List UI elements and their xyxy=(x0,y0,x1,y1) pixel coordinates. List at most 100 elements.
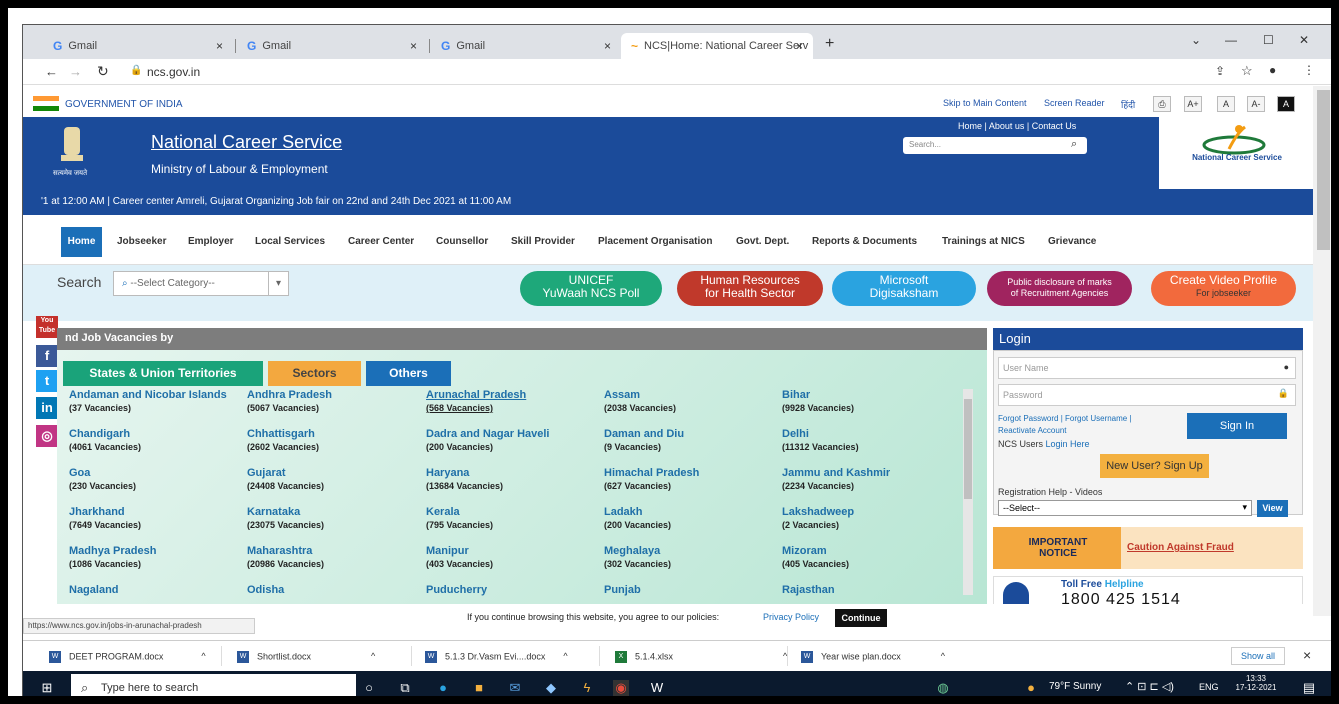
download-item[interactable]: W DEET PROGRAM.docx ^ xyxy=(49,651,206,663)
state-name[interactable]: Jharkhand xyxy=(69,506,247,518)
tab-gmail-3[interactable]: G Gmail × xyxy=(431,33,621,59)
state-item[interactable]: Daman and Diu (9 Vacancies) xyxy=(604,428,782,452)
cookie-continue-button[interactable]: Continue xyxy=(835,609,887,627)
header-top-links[interactable]: Home | About us | Contact Us xyxy=(958,121,1076,131)
tab-sectors[interactable]: Sectors xyxy=(268,361,361,386)
download-item[interactable]: W Year wise plan.docx ^ xyxy=(801,651,945,663)
state-name[interactable]: Rajasthan xyxy=(782,584,960,596)
hindi-link[interactable]: हिंदी xyxy=(1121,98,1135,111)
show-all-button[interactable]: Show all xyxy=(1231,647,1285,665)
dropbox-icon[interactable]: ◆ xyxy=(543,680,559,696)
search-icon[interactable]: ⌕ xyxy=(1071,138,1077,151)
nav-counsellor[interactable]: Counsellor xyxy=(436,236,488,247)
state-name[interactable]: Himachal Pradesh xyxy=(604,467,782,479)
state-name[interactable]: Assam xyxy=(604,389,782,401)
state-item[interactable]: Jharkhand (7649 Vacancies) xyxy=(69,506,247,530)
state-name[interactable]: Mizoram xyxy=(782,545,960,557)
state-name[interactable]: Andaman and Nicobar Islands xyxy=(69,389,247,401)
state-item[interactable]: Haryana (13684 Vacancies) xyxy=(426,467,604,491)
nav-home[interactable]: Home xyxy=(61,227,102,257)
state-name[interactable]: Delhi xyxy=(782,428,960,440)
sign-up-button[interactable]: New User? Sign Up xyxy=(1100,454,1209,478)
instagram-icon[interactable]: ◎ xyxy=(36,425,58,447)
tab-search-button[interactable]: ⌄ xyxy=(1191,33,1201,47)
caution-fraud-link[interactable]: Caution Against Fraud xyxy=(1127,542,1234,553)
state-item[interactable]: Himachal Pradesh (627 Vacancies) xyxy=(604,467,782,491)
state-name[interactable]: Chandigarh xyxy=(69,428,247,440)
state-item[interactable]: Bihar (9928 Vacancies) xyxy=(782,389,960,413)
task-view-icon[interactable]: ⧉ xyxy=(397,680,413,696)
facebook-icon[interactable]: f xyxy=(36,345,58,367)
state-name[interactable]: Odisha xyxy=(247,584,425,596)
cortana-icon[interactable]: ○ xyxy=(361,680,377,696)
state-item[interactable]: Puducherry xyxy=(426,584,604,598)
state-item[interactable]: Madhya Pradesh (1086 Vacancies) xyxy=(69,545,247,569)
state-name[interactable]: Puducherry xyxy=(426,584,604,596)
twitter-icon[interactable]: t xyxy=(36,370,58,392)
state-item[interactable]: Chandigarh (4061 Vacancies) xyxy=(69,428,247,452)
view-button[interactable]: View xyxy=(1257,500,1288,517)
state-name[interactable]: Manipur xyxy=(426,545,604,557)
page-scrollbar[interactable] xyxy=(1313,86,1331,616)
tab-gmail-2[interactable]: G Gmail × xyxy=(237,33,427,59)
minimize-button[interactable]: — xyxy=(1225,33,1237,47)
profile-icon[interactable]: ● xyxy=(1269,63,1276,77)
app-icon[interactable]: ◍ xyxy=(935,680,951,696)
state-item[interactable]: Goa (230 Vacancies) xyxy=(69,467,247,491)
font-normal-button[interactable]: A xyxy=(1217,96,1235,112)
tab-states[interactable]: States & Union Territories xyxy=(63,361,263,386)
linkedin-icon[interactable]: in xyxy=(36,397,58,419)
nav-placement-organisation[interactable]: Placement Organisation xyxy=(598,236,712,247)
chevron-up-icon[interactable]: ^ xyxy=(201,651,205,661)
clock[interactable]: 13:33 17-12-2021 xyxy=(1231,674,1281,692)
state-item[interactable]: Odisha xyxy=(247,584,425,598)
sign-in-button[interactable]: Sign In xyxy=(1187,413,1287,439)
state-item[interactable]: Maharashtra (20986 Vacancies) xyxy=(247,545,425,569)
unicef-poll-button[interactable]: UNICEF YuWaah NCS Poll xyxy=(520,271,662,306)
state-name[interactable]: Punjab xyxy=(604,584,782,596)
close-tab-icon[interactable]: × xyxy=(796,39,803,53)
state-item[interactable]: Mizoram (405 Vacancies) xyxy=(782,545,960,569)
state-item[interactable]: Punjab xyxy=(604,584,782,598)
category-select[interactable]: ⌕ --Select Category-- ▾ xyxy=(113,271,289,296)
state-item[interactable]: Manipur (403 Vacancies) xyxy=(426,545,604,569)
chevron-up-icon[interactable]: ^ xyxy=(563,651,567,661)
state-name[interactable]: Dadra and Nagar Haveli xyxy=(426,428,604,440)
download-item[interactable]: W Shortlist.docx ^ xyxy=(237,651,375,663)
chevron-up-icon[interactable]: ^ xyxy=(941,651,945,661)
health-sector-button[interactable]: Human Resources for Health Sector xyxy=(677,271,823,306)
state-name[interactable]: Chhattisgarh xyxy=(247,428,425,440)
nav-reports-documents[interactable]: Reports & Documents xyxy=(812,236,917,247)
share-icon[interactable]: ⇪ xyxy=(1215,64,1225,78)
reload-icon[interactable]: ↻ xyxy=(97,63,109,80)
taskbar-search[interactable]: Type here to search xyxy=(71,674,356,696)
windows-start-icon[interactable]: ⊞ xyxy=(39,680,55,696)
login-here-link[interactable]: Login Here xyxy=(1046,439,1090,449)
nav-grievance[interactable]: Grievance xyxy=(1048,236,1096,247)
state-item[interactable]: Kerala (795 Vacancies) xyxy=(426,506,604,530)
chrome-icon[interactable]: ◉ xyxy=(613,680,629,696)
state-item[interactable]: Assam (2038 Vacancies) xyxy=(604,389,782,413)
public-disclosure-button[interactable]: Public disclosure of marks of Recruitment… xyxy=(987,271,1132,306)
state-name[interactable]: Meghalaya xyxy=(604,545,782,557)
state-name[interactable]: Kerala xyxy=(426,506,604,518)
state-item[interactable]: Rajasthan xyxy=(782,584,960,598)
government-of-india-link[interactable]: GOVERNMENT OF INDIA xyxy=(65,99,183,110)
nav-jobseeker[interactable]: Jobseeker xyxy=(117,236,166,247)
forward-icon[interactable]: → xyxy=(69,64,82,79)
state-item[interactable]: Jammu and Kashmir (2234 Vacancies) xyxy=(782,467,960,491)
state-name[interactable]: Haryana xyxy=(426,467,604,479)
skip-to-main-link[interactable]: Skip to Main Content xyxy=(943,98,1027,108)
state-name[interactable]: Goa xyxy=(69,467,247,479)
weather-text[interactable]: 79°F Sunny xyxy=(1049,681,1101,692)
state-item[interactable]: Andhra Pradesh (5067 Vacancies) xyxy=(247,389,425,413)
site-title[interactable]: National Career Service xyxy=(151,132,342,153)
nav-trainings[interactable]: Trainings at NICS xyxy=(942,236,1025,247)
header-search-input[interactable]: Search... xyxy=(903,137,1087,154)
tab-others[interactable]: Others xyxy=(366,361,451,386)
create-video-profile-button[interactable]: Create Video Profile For jobseeker xyxy=(1151,271,1296,306)
edge-icon[interactable]: ● xyxy=(435,680,451,696)
state-name[interactable]: Gujarat xyxy=(247,467,425,479)
system-tray-icons[interactable]: ⌃ ⊡ ⊏ ◁) xyxy=(1125,680,1174,693)
language-indicator[interactable]: ENG xyxy=(1199,682,1219,692)
